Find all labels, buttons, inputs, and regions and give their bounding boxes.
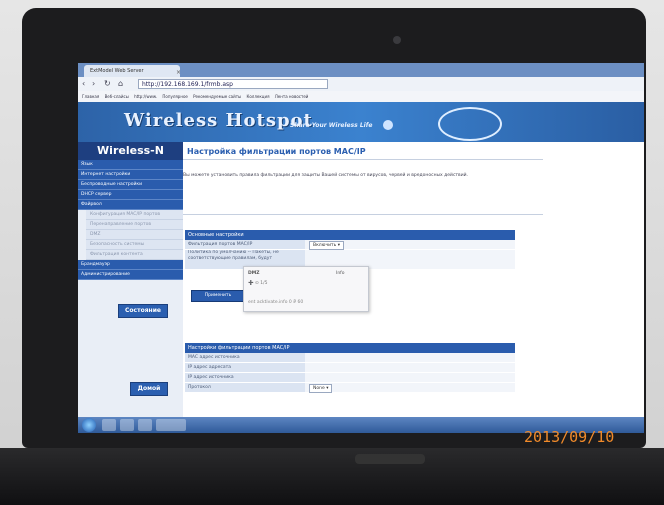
divider — [183, 159, 543, 160]
bookmark-item[interactable]: Веб-слайсы — [105, 94, 129, 99]
close-icon[interactable]: × — [176, 67, 180, 77]
browser-tabbar: ExtModel Web Server × — [78, 63, 644, 77]
bookmark-item[interactable]: http://www. — [134, 94, 157, 99]
sidebar-subitem[interactable]: Фильтрация контента — [86, 250, 183, 260]
sidebar: Wireless-N Язык Интернет настройки Беспр… — [78, 142, 183, 433]
laptop-screen: ExtModel Web Server × ‹ › ↻ ⌂ http://192… — [78, 63, 644, 433]
tooltip-popup: DMZ Info ➕ ⊙ 1/5 ent acktivate.info 0 ₽ … — [243, 266, 369, 312]
bookmark-item[interactable]: Коллекция — [247, 94, 270, 99]
address-input[interactable]: http://192.168.169.1/frmb.asp — [138, 79, 328, 89]
banner-title: Wireless Hotspot — [124, 110, 313, 131]
basic-settings-header: Основные настройки — [185, 230, 515, 240]
banner-slogan: Share Your Wireless Life — [290, 122, 373, 129]
bookmark-item[interactable]: Главная — [82, 94, 99, 99]
divider — [183, 214, 543, 215]
popup-footer: ent acktivate.info 0 ₽ 60 — [248, 300, 304, 305]
sidebar-subitem[interactable]: Конфигурация MAC/IP портов — [86, 210, 183, 220]
sidebar-subitem[interactable]: Перенаправление портов — [86, 220, 183, 230]
mac-ip-filter-select[interactable]: Включить ▾ — [309, 241, 345, 250]
mac-ip-filter-label: Фильтрация портов MAC/IP — [185, 240, 305, 250]
dest-ip-input[interactable] — [305, 363, 515, 373]
browser-urlbar: ‹ › ↻ ⌂ http://192.168.169.1/frmb.asp — [78, 77, 644, 92]
page-banner: Wireless Hotspot Share Your Wireless Lif… — [78, 102, 644, 142]
home-button[interactable]: Домой — [130, 382, 168, 396]
back-icon[interactable]: ‹ — [82, 79, 85, 89]
protocol-label: Протокол — [185, 383, 305, 393]
mac-ip-filter-cell: Включить ▾ — [305, 240, 515, 250]
ie-icon[interactable] — [102, 419, 116, 431]
laptop-base — [0, 448, 664, 505]
dest-ip-label: IP адрес адресата — [185, 363, 305, 373]
page-description: Вы можете установить правила фильтрации … — [183, 173, 468, 178]
mac-ip-filter-value: Включить — [313, 243, 337, 248]
protocol-cell: None ▾ — [305, 383, 515, 393]
page-title: Настройка фильтрации портов MAC/IP — [187, 147, 366, 156]
filter-settings-header: Настройки фильтрации портов MAC/IP — [185, 343, 515, 353]
apply-button[interactable]: Применить — [191, 290, 245, 302]
src-ip-label: IP адрес источника — [185, 373, 305, 383]
chevron-down-icon: ▾ — [326, 386, 329, 391]
globe-icon — [383, 120, 393, 130]
webcam — [393, 36, 401, 44]
media-icon[interactable] — [138, 419, 152, 431]
bookmark-item[interactable]: Рекомендуемые сайты — [193, 94, 241, 99]
bookmark-item[interactable]: Популярное — [162, 94, 187, 99]
reload-icon[interactable]: ↻ — [104, 79, 111, 89]
home-icon[interactable]: ⌂ — [118, 79, 123, 89]
forward-icon[interactable]: › — [92, 79, 95, 89]
popup-info: Info — [336, 271, 345, 276]
protocol-select[interactable]: None ▾ — [309, 384, 333, 393]
chevron-down-icon: ▾ — [337, 243, 341, 248]
sidebar-subitem[interactable]: DMZ — [86, 230, 183, 240]
protocol-value: None — [313, 386, 325, 391]
browser-task-icon[interactable] — [156, 419, 186, 431]
main-content: Настройка фильтрации портов MAC/IP Вы мо… — [183, 142, 644, 433]
photo-date-stamp: 2013/09/10 — [524, 428, 615, 446]
popup-line: ➕ ⊙ 1/5 — [248, 281, 268, 286]
bookmark-item[interactable]: Лента новостей — [275, 94, 309, 99]
wireless-logo-icon — [438, 107, 502, 141]
status-button[interactable]: Состояние — [118, 304, 168, 318]
src-ip-input[interactable] — [305, 373, 515, 383]
laptop-logo — [355, 454, 425, 464]
start-icon[interactable] — [82, 418, 96, 432]
sidebar-item-language[interactable]: Язык — [78, 160, 183, 170]
sidebar-item-brandmauer[interactable]: Брандмауэр — [78, 260, 183, 270]
popup-title: DMZ — [248, 271, 260, 276]
sidebar-item-dhcp[interactable]: DHCP сервер — [78, 190, 183, 200]
sidebar-item-internet[interactable]: Интернет настройки — [78, 170, 183, 180]
sidebar-subitem[interactable]: Безопасность системы — [86, 240, 183, 250]
folder-icon[interactable] — [120, 419, 134, 431]
sidebar-item-firewall[interactable]: Файрвол — [78, 200, 183, 210]
sidebar-item-admin[interactable]: Администрирование — [78, 270, 183, 280]
browser-tab[interactable]: ExtModel Web Server × — [84, 65, 180, 77]
sidebar-heading: Wireless-N — [78, 142, 183, 160]
browser-tab-title: ExtModel Web Server — [90, 68, 144, 74]
src-mac-label: MAC адрес источника — [185, 353, 305, 363]
src-mac-input[interactable] — [305, 353, 515, 363]
sidebar-item-wireless[interactable]: Беспроводные настройки — [78, 180, 183, 190]
